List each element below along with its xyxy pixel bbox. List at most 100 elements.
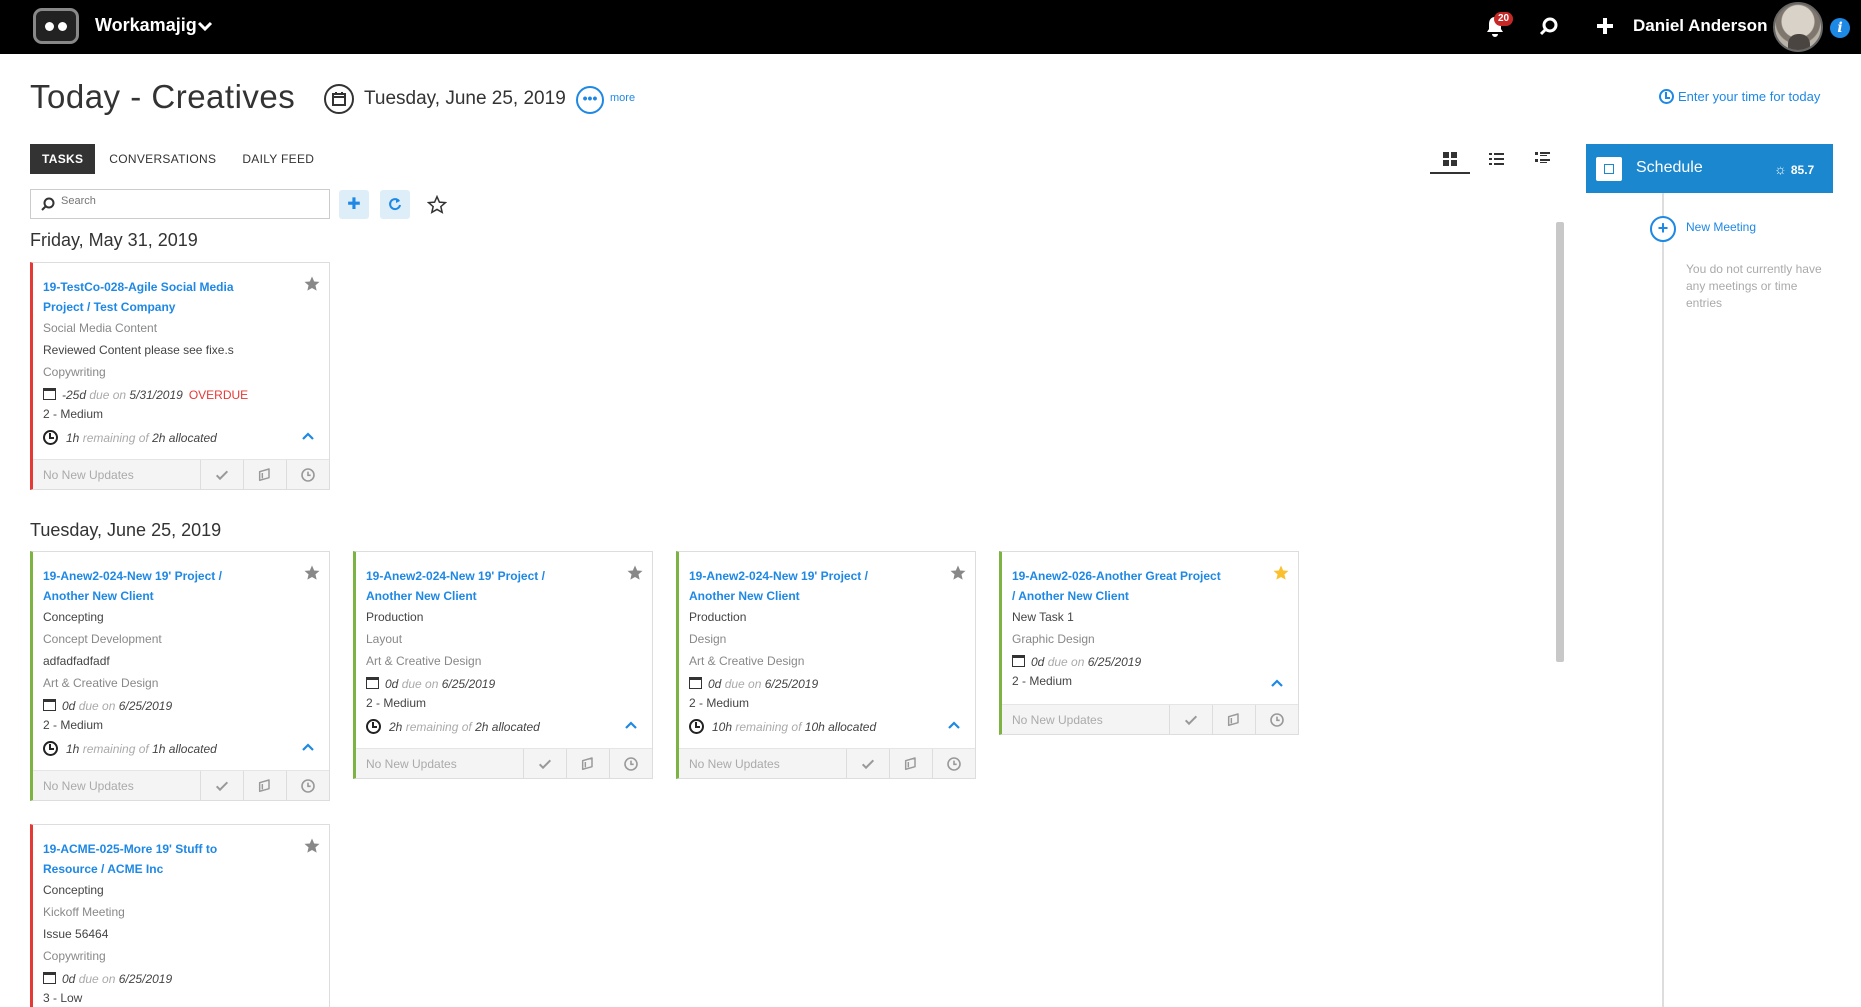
due-info: 0d due on 6/25/2019 [43,969,317,989]
refresh-button[interactable] [380,190,410,219]
add-meeting-icon[interactable]: + [1650,216,1676,242]
calendar-icon [689,677,702,689]
more-link[interactable]: more [610,92,635,104]
task-title-link[interactable]: 19-Anew2-026-Another Great Project / Ano… [1012,566,1222,606]
view-switcher [1430,146,1568,174]
task-card[interactable]: 19-Anew2-024-New 19' Project / Another N… [676,551,976,779]
clock-icon [1659,89,1674,104]
calendar-icon[interactable] [324,84,354,114]
due-date: 6/25/2019 [118,699,173,713]
enter-time-label[interactable]: Enter your time for today [1678,89,1820,104]
clock-icon [43,741,58,756]
chevron-down-icon[interactable] [195,16,215,36]
task-title-link[interactable]: 19-Anew2-024-New 19' Project / Another N… [43,566,253,606]
announce-button[interactable] [243,460,286,489]
chevron-up-icon[interactable] [624,720,638,730]
search-icon [41,197,55,211]
schedule-header[interactable]: Schedule ☼ 85.7 [1586,144,1833,193]
search-input[interactable] [61,195,316,207]
star-icon[interactable] [303,275,321,293]
chevron-up-icon[interactable] [301,431,315,441]
clock-icon [946,756,962,772]
enter-time-link[interactable]: Enter your time for today [1659,89,1820,104]
chevron-up-icon[interactable] [1270,678,1284,688]
allocated-hours: 2h allocated [475,720,540,734]
tab-conversations[interactable]: CONVERSATIONS [97,144,228,174]
info-icon[interactable]: i [1830,18,1850,38]
list-view-icon[interactable] [1476,146,1516,174]
remaining-hours: 1h [66,742,80,756]
task-card[interactable]: 19-TestCo-028-Agile Social Media Project… [30,262,330,490]
complete-button[interactable] [846,749,889,778]
task-card[interactable]: 19-ACME-025-More 19' Stuff to Resource /… [30,824,330,1007]
task-title-link[interactable]: 19-Anew2-024-New 19' Project / Another N… [689,566,899,606]
log-time-button[interactable] [286,771,329,800]
search-icon[interactable] [1538,16,1560,38]
search-field[interactable] [30,189,330,219]
log-time-button[interactable] [932,749,975,778]
due-info: 0d due on 6/25/2019 [43,696,317,716]
tab-daily-feed[interactable]: DAILY FEED [230,144,326,174]
user-name[interactable]: Daniel Anderson [1633,16,1767,36]
star-icon[interactable] [427,195,447,215]
priority: 2 - Medium [43,718,104,732]
complete-button[interactable] [1169,705,1212,734]
card-footer: No New Updates [679,748,975,778]
priority: 2 - Medium [1012,672,1286,690]
grid-view-icon[interactable] [1430,146,1470,174]
card-footer: No New Updates [33,459,329,489]
log-time-button[interactable] [286,460,329,489]
task-card[interactable]: 19-Anew2-026-Another Great Project / Ano… [999,551,1299,735]
due-date: 6/25/2019 [764,677,819,691]
star-icon[interactable] [303,564,321,582]
complete-button[interactable] [200,460,243,489]
current-date[interactable]: Tuesday, June 25, 2019 [364,88,566,110]
time-allocation: 1h remaining of 1h allocated [43,738,317,760]
log-time-button[interactable] [609,749,652,778]
allocated-hours: 10h allocated [804,720,877,734]
task-title-link[interactable]: 19-ACME-025-More 19' Stuff to Resource /… [43,839,253,879]
add-task-button[interactable]: ✚ [339,190,369,219]
star-icon[interactable] [626,564,644,582]
new-meeting-link[interactable]: New Meeting [1686,220,1756,234]
priority: 2 - Medium [366,696,427,710]
chevron-up-icon[interactable] [947,720,961,730]
announce-button[interactable] [566,749,609,778]
avatar[interactable] [1773,2,1823,52]
chevron-up-icon[interactable] [301,742,315,752]
workamajig-logo-icon[interactable] [33,8,79,44]
task-card[interactable]: 19-Anew2-024-New 19' Project / Another N… [353,551,653,779]
announce-button[interactable] [1212,705,1255,734]
check-icon [214,467,230,483]
task-title-link[interactable]: 19-TestCo-028-Agile Social Media Project… [43,277,253,317]
app-name[interactable]: Workamajig [95,15,197,36]
priority: 2 - Medium [43,407,104,421]
star-icon[interactable] [949,564,967,582]
updates-status: No New Updates [43,468,134,482]
announce-button[interactable] [889,749,932,778]
star-icon-active[interactable] [1272,564,1290,582]
timeline-divider [1662,193,1664,1007]
announce-button[interactable] [243,771,286,800]
due-date: 6/25/2019 [1087,655,1142,669]
remaining-label: remaining of [405,720,472,734]
megaphone-icon [903,756,919,772]
task-service: Copywriting [43,365,106,379]
plus-icon[interactable] [1594,15,1616,37]
scrollbar[interactable] [1556,222,1564,662]
task-title-link[interactable]: 19-Anew2-024-New 19' Project / Another N… [366,566,576,606]
task-phase: Production [366,610,424,624]
complete-button[interactable] [200,771,243,800]
complete-button[interactable] [523,749,566,778]
task-name: Social Media Content [43,321,158,335]
megaphone-icon [257,778,273,794]
due-date: 6/25/2019 [118,972,173,986]
more-options-icon[interactable]: ••• [576,86,604,114]
task-card[interactable]: 19-Anew2-024-New 19' Project / Another N… [30,551,330,801]
star-icon[interactable] [303,837,321,855]
empty-schedule-message: You do not currently have any meetings o… [1686,262,1822,310]
detail-list-view-icon[interactable] [1522,146,1562,174]
log-time-button[interactable] [1255,705,1298,734]
card-footer: No New Updates [356,748,652,778]
tab-tasks[interactable]: TASKS [30,144,96,174]
